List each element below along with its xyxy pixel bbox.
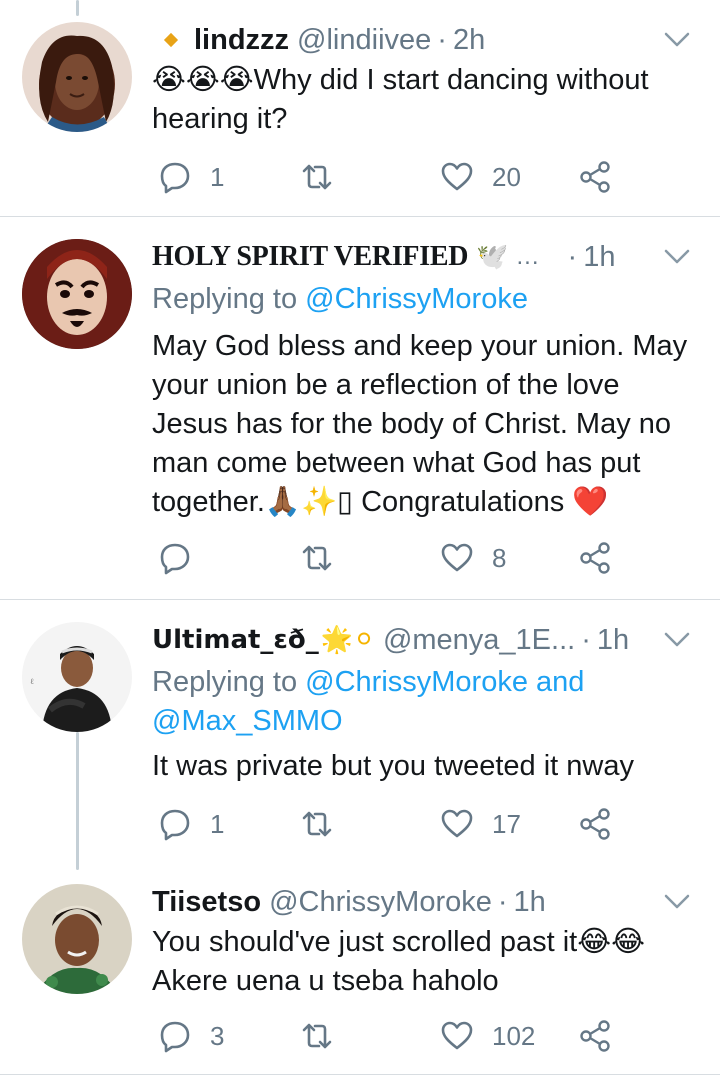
tweet-header: Ultimat_ɛð_ 🌟⚪ @menya_1E... · 1h	[152, 620, 700, 660]
share-icon	[580, 542, 610, 574]
chevron-down-icon[interactable]	[664, 249, 690, 265]
tweet-header: Tiisetso @ChrissyMoroke · 1h	[152, 882, 700, 922]
handle[interactable]: @lindiivee	[297, 24, 431, 57]
timestamp[interactable]: 1h	[597, 624, 629, 657]
like-count: 8	[492, 542, 507, 573]
retweet-icon	[302, 811, 332, 837]
separator-dot: ·	[497, 885, 508, 918]
dove-emoji: 🕊️	[476, 242, 509, 272]
tweet-1[interactable]: lindzzz @lindiivee · 2h 😭😭😭Why did I sta…	[0, 0, 720, 216]
tweet-text: You should've just scrolled past it😂😂 Ak…	[152, 922, 696, 1001]
retweet-button[interactable]	[300, 802, 334, 846]
handle[interactable]: @ChrissyMoroke	[269, 886, 492, 919]
like-icon	[441, 1021, 473, 1050]
timestamp[interactable]: 1h	[583, 241, 615, 274]
tweet-text: It was private but you tweeted it nway	[152, 750, 634, 782]
like-count: 20	[492, 161, 521, 192]
avatar[interactable]	[22, 22, 132, 132]
reply-button[interactable]: 1	[158, 155, 224, 199]
share-button[interactable]	[578, 155, 612, 199]
share-button[interactable]	[578, 1014, 612, 1058]
reply-button[interactable]: 1	[158, 802, 224, 846]
display-name[interactable]: Ultimat_ɛð_	[152, 625, 319, 655]
like-button[interactable]: 102	[440, 1014, 535, 1058]
reply-count: 1	[210, 161, 225, 192]
retweet-button[interactable]	[300, 536, 334, 580]
retweet-icon	[302, 1023, 332, 1049]
display-name[interactable]: HOLY SPIRIT VERIFIED	[152, 241, 468, 273]
tweet-2[interactable]: HOLY SPIRIT VERIFIED 🕊️ ... · 1h Replyin…	[0, 217, 720, 599]
mention-link[interactable]: @ChrissyMoroke	[305, 283, 528, 315]
like-count: 17	[492, 808, 521, 839]
crying-emoji: 😭😭😭	[152, 62, 254, 96]
like-count: 102	[492, 1020, 536, 1051]
svg-text:ℓ: ℓ	[30, 677, 34, 686]
tweet-header: HOLY SPIRIT VERIFIED 🕊️ ... · 1h	[152, 237, 700, 277]
handle[interactable]: @menya_1E...	[383, 624, 575, 657]
share-button[interactable]	[578, 536, 612, 580]
laughing-emoji: 😂😂	[577, 924, 645, 958]
like-button[interactable]: 17	[440, 802, 521, 846]
tweet-text: May God bless and keep your union. May y…	[152, 330, 688, 518]
action-bar: 8	[150, 536, 620, 580]
action-bar: 1 20	[150, 155, 620, 199]
thread-line	[76, 732, 79, 870]
chevron-down-icon[interactable]	[664, 632, 690, 648]
share-button[interactable]	[578, 802, 612, 846]
action-bar: 3 102	[150, 1014, 620, 1058]
separator-dot: ·	[437, 23, 447, 56]
timestamp[interactable]: 1h	[514, 886, 546, 919]
separator-dot: ·	[581, 623, 591, 656]
retweet-button[interactable]	[300, 1014, 334, 1058]
reply-count: 3	[210, 1020, 225, 1051]
reply-count: 1	[210, 808, 225, 839]
replying-prefix: Replying to	[152, 666, 298, 698]
like-button[interactable]: 20	[440, 155, 521, 199]
avatar[interactable]: ℓ	[22, 622, 132, 732]
divider	[0, 1074, 720, 1075]
retweet-icon	[302, 545, 332, 571]
share-icon	[580, 808, 610, 840]
tweet-header: lindzzz @lindiivee · 2h	[152, 20, 700, 60]
tweet-text-line1: You should've just scrolled past it	[152, 926, 578, 958]
avatar[interactable]	[22, 884, 132, 994]
chevron-down-icon[interactable]	[664, 894, 690, 910]
timestamp[interactable]: 2h	[453, 24, 485, 57]
reply-icon	[160, 1021, 190, 1053]
badge-icon	[163, 32, 179, 48]
reply-icon	[160, 809, 190, 841]
chevron-down-icon[interactable]	[664, 32, 690, 48]
separator-dot: ·	[567, 240, 578, 273]
like-icon	[441, 543, 473, 572]
share-icon	[580, 1020, 610, 1052]
reply-button[interactable]: 3	[158, 1014, 224, 1058]
retweet-button[interactable]	[300, 155, 334, 199]
star-emoji: 🌟⚪	[320, 625, 375, 655]
tweet-3[interactable]: ℓ Ultimat_ɛð_ 🌟⚪ @menya_1E... · 1h Reply…	[0, 600, 720, 860]
tweet-4[interactable]: Tiisetso @ChrissyMoroke · 1h You should'…	[0, 862, 720, 1076]
action-bar: 1 17	[150, 802, 620, 846]
share-icon	[580, 161, 610, 193]
avatar[interactable]	[22, 239, 132, 349]
display-name[interactable]: lindzzz	[194, 24, 289, 57]
replying-to: Replying to @ChrissyMoroke	[152, 280, 696, 319]
like-icon	[441, 809, 473, 838]
replying-to: Replying to @ChrissyMoroke and @Max_SMMO	[152, 663, 696, 741]
tweet-text: 😭😭😭Why did I start dancing without heari…	[152, 60, 696, 139]
display-name[interactable]: Tiisetso	[152, 886, 261, 919]
reply-button[interactable]	[158, 536, 210, 580]
name-ellipsis: ...	[516, 243, 540, 270]
replying-prefix: Replying to	[152, 283, 298, 315]
retweet-icon	[302, 164, 332, 190]
like-icon	[441, 162, 473, 191]
like-button[interactable]: 8	[440, 536, 506, 580]
reply-icon	[160, 543, 190, 575]
reply-icon	[160, 162, 190, 194]
tweet-text-line2: Akere uena u tseba haholo	[152, 965, 499, 997]
